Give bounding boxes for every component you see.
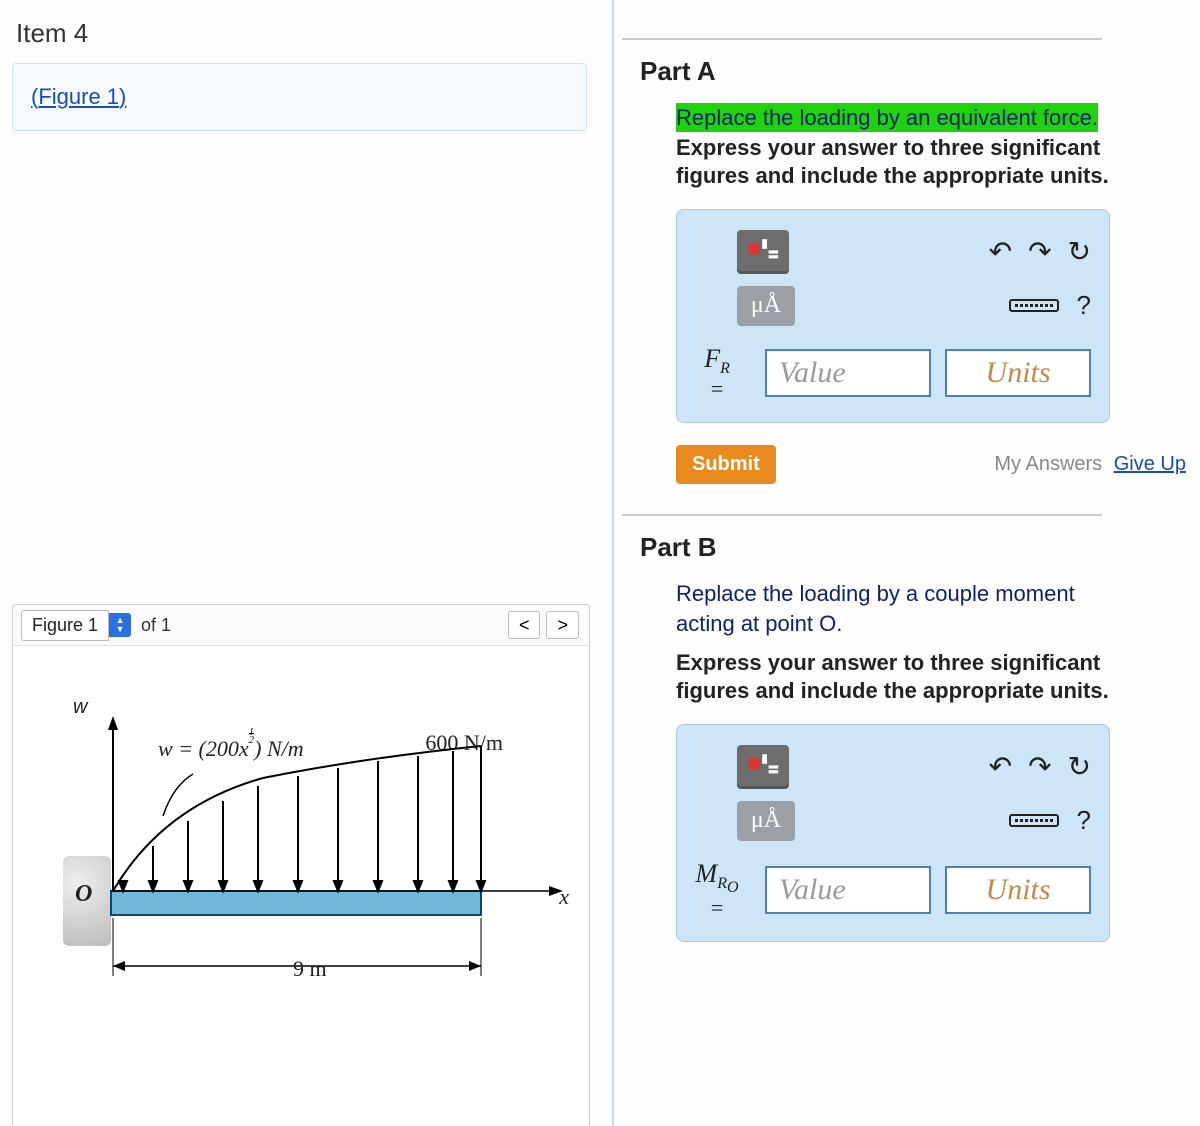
figure-toolbar: Figure 1 ▲▼ of 1 < > xyxy=(13,605,589,646)
item-title: Item 4 xyxy=(16,18,612,49)
help-icon[interactable]: ? xyxy=(1077,805,1091,836)
figure-next-button[interactable]: > xyxy=(546,611,579,639)
help-icon[interactable]: ? xyxy=(1077,290,1091,321)
part-b-prompt: Replace the loading by a couple moment a… xyxy=(676,579,1110,638)
span-dimension: 9 m xyxy=(293,956,327,982)
special-chars-button[interactable]: μÅ xyxy=(737,286,795,326)
divider xyxy=(622,38,1102,40)
figure-reference-box: Figure 1 xyxy=(12,63,587,131)
keyboard-icon[interactable] xyxy=(1009,814,1059,827)
undo-icon[interactable]: ↶ xyxy=(989,235,1012,268)
origin-label: O xyxy=(75,881,92,908)
figure-panel: Figure 1 ▲▼ of 1 < > w w = (200x12) N/m … xyxy=(12,604,590,1126)
figure-canvas: w w = (200x12) N/m 600 N/m x O xyxy=(13,646,589,1126)
part-b-value-input[interactable]: Value xyxy=(765,866,931,914)
figure-prev-button[interactable]: < xyxy=(508,611,541,639)
part-a-variable: FR = xyxy=(683,344,751,402)
figure-selector-value: Figure 1 xyxy=(21,610,109,641)
beam-diagram-svg xyxy=(43,686,563,1066)
special-chars-button[interactable]: μÅ xyxy=(737,801,795,841)
part-b-title: Part B xyxy=(640,532,1186,563)
submit-button[interactable]: Submit xyxy=(676,445,776,484)
part-a-value-input[interactable]: Value xyxy=(765,349,931,397)
stepper-icon[interactable]: ▲▼ xyxy=(109,613,131,637)
figure-link[interactable]: Figure 1 xyxy=(31,84,126,109)
redo-icon[interactable]: ↷ xyxy=(1028,235,1051,268)
keyboard-icon[interactable] xyxy=(1009,299,1059,312)
part-b-answer-widget: ↶ ↷ ↻ μÅ ? MRO = Value Units xyxy=(676,724,1110,942)
part-a-answer-widget: ↶ ↷ ↻ μÅ ? FR = Value Units xyxy=(676,209,1110,423)
give-up-link[interactable]: Give Up xyxy=(1114,453,1186,475)
part-b-units-input[interactable]: Units xyxy=(945,866,1091,914)
part-b-variable: MRO = xyxy=(683,859,751,921)
figure-selector[interactable]: Figure 1 ▲▼ xyxy=(21,611,131,639)
part-a-instructions: Express your answer to three significant… xyxy=(676,134,1110,191)
divider xyxy=(622,514,1102,516)
figure-count-label: of 1 xyxy=(141,615,171,636)
reset-icon[interactable]: ↻ xyxy=(1068,750,1091,783)
units-format-button[interactable] xyxy=(737,230,789,274)
part-a-prompt-highlight: Replace the loading by an equivalent for… xyxy=(676,103,1098,132)
my-answers-link[interactable]: My Answers xyxy=(994,453,1102,475)
part-a-units-input[interactable]: Units xyxy=(945,349,1091,397)
part-b-instructions: Express your answer to three significant… xyxy=(676,649,1110,706)
reset-icon[interactable]: ↻ xyxy=(1068,235,1091,268)
units-format-button[interactable] xyxy=(737,745,789,789)
redo-icon[interactable]: ↷ xyxy=(1028,750,1051,783)
undo-icon[interactable]: ↶ xyxy=(989,750,1012,783)
part-a-title: Part A xyxy=(640,56,1186,87)
